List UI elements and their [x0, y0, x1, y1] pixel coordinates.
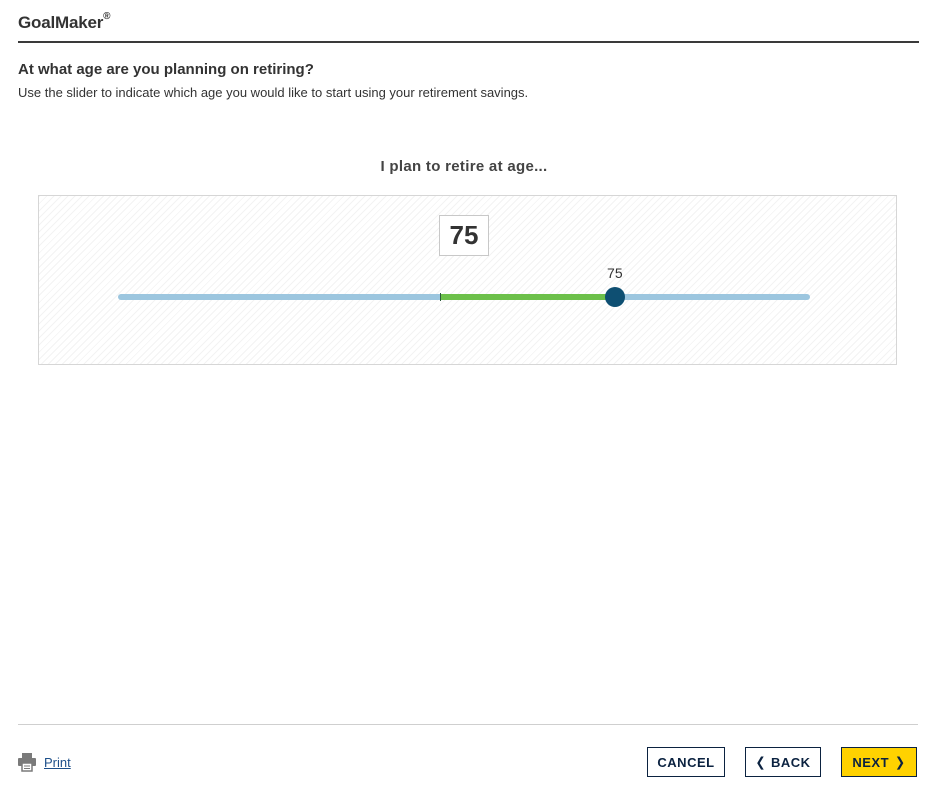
- next-label: NEXT: [852, 754, 890, 770]
- back-label: BACK: [771, 754, 811, 770]
- slider-caption: I plan to retire at age...: [380, 158, 548, 175]
- slider-track-fill: [439, 294, 615, 300]
- print-label[interactable]: Print: [44, 755, 71, 770]
- cancel-label: CANCEL: [657, 754, 715, 770]
- header-divider: [18, 41, 919, 43]
- chevron-left-icon: ❮: [755, 754, 766, 770]
- footer-divider: [18, 724, 918, 725]
- brand-name: GoalMaker: [18, 13, 104, 32]
- retirement-age-value-box[interactable]: 75: [439, 215, 489, 256]
- slider-panel: 75 75: [38, 195, 897, 365]
- app-brand: GoalMaker®: [18, 11, 111, 33]
- slider-thumb-label: 75: [607, 265, 623, 281]
- question-instruction: Use the slider to indicate which age you…: [18, 85, 529, 100]
- cancel-button[interactable]: CANCEL: [647, 747, 725, 777]
- next-button[interactable]: NEXT ❯: [841, 747, 917, 777]
- slider-thumb[interactable]: [604, 287, 625, 307]
- slider-track[interactable]: [118, 293, 810, 301]
- printer-icon: [18, 753, 36, 772]
- back-button[interactable]: ❮ BACK: [745, 747, 821, 777]
- print-link[interactable]: Print: [18, 752, 71, 772]
- chevron-right-icon: ❯: [895, 754, 906, 770]
- question-title: At what age are you planning on retiring…: [18, 61, 314, 78]
- registered-mark: ®: [103, 11, 111, 23]
- slider-fill-start-marker: [439, 293, 441, 301]
